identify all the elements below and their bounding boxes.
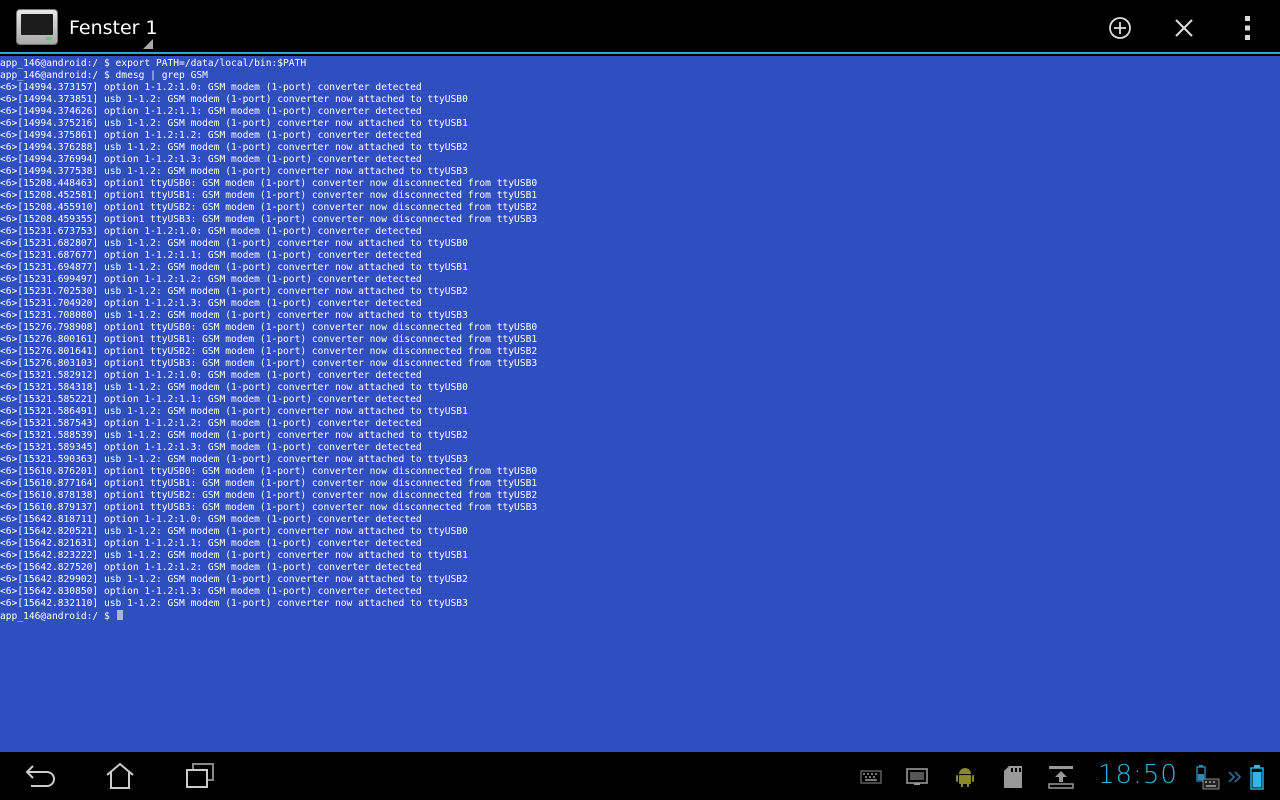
terminal-line: <6>[15276.803103] option1 ttyUSB3: GSM m… (0, 358, 538, 369)
terminal-prompt: app_146@android:/ $ (0, 611, 116, 622)
terminal-line: <6>[15208.459355] option1 ttyUSB3: GSM m… (0, 214, 538, 225)
dock-battery-icon[interactable] (1194, 764, 1220, 790)
terminal-line: <6>[15642.818711] option 1-1.2:1.0: GSM … (0, 514, 422, 525)
terminal-line: app_146@android:/ $ export PATH=/data/lo… (0, 58, 307, 69)
overflow-menu-button[interactable] (1232, 12, 1264, 44)
terminal-line: <6>[14994.373851] usb 1-1.2: GSM modem (… (0, 94, 468, 105)
terminal-line: <6>[15321.586491] usb 1-1.2: GSM modem (… (0, 406, 468, 417)
close-icon (1175, 19, 1193, 37)
android-debug-icon[interactable] (952, 764, 978, 790)
spinner-indicator-icon (143, 39, 153, 49)
terminal-window-icon[interactable] (16, 9, 58, 45)
back-icon (25, 765, 55, 787)
terminal-line: <6>[15321.589345] option 1-1.2:1.3: GSM … (0, 442, 422, 453)
window-selector-title[interactable]: Fenster 1 (69, 17, 158, 39)
status-clock[interactable]: 18:50 (1098, 760, 1178, 790)
battery-icon[interactable] (1244, 764, 1270, 790)
terminal-line: <6>[15231.673753] option 1-1.2:1.0: GSM … (0, 226, 422, 237)
terminal-line: <6>[15231.699497] option 1-1.2:1.2: GSM … (0, 274, 422, 285)
download-icon[interactable] (1048, 764, 1074, 790)
screenshot-icon[interactable] (904, 764, 930, 790)
system-bar: 18:50 (0, 752, 1280, 800)
terminal-line: <6>[14994.375861] option 1-1.2:1.2: GSM … (0, 130, 422, 141)
terminal-line: <6>[14994.374626] option 1-1.2:1.1: GSM … (0, 106, 422, 117)
terminal-prompt-line[interactable]: app_146@android:/ $ (0, 610, 1280, 622)
terminal-line: <6>[15231.702530] usb 1-1.2: GSM modem (… (0, 286, 468, 297)
action-bar: Fenster 1 (0, 0, 1280, 54)
terminal-line: <6>[15321.590363] usb 1-1.2: GSM modem (… (0, 454, 468, 465)
terminal-line: <6>[15321.582912] option 1-1.2:1.0: GSM … (0, 370, 422, 381)
back-button[interactable] (16, 758, 64, 794)
home-icon (106, 762, 134, 789)
terminal-line: <6>[14994.375216] usb 1-1.2: GSM modem (… (0, 118, 468, 129)
terminal-line: <6>[14994.376288] usb 1-1.2: GSM modem (… (0, 142, 468, 153)
terminal-line: <6>[15321.587543] option 1-1.2:1.2: GSM … (0, 418, 422, 429)
keyboard-icon[interactable] (858, 764, 884, 790)
recent-apps-icon (186, 763, 214, 788)
terminal-line: <6>[15276.798908] option1 ttyUSB0: GSM m… (0, 322, 538, 333)
terminal-line: <6>[15610.876201] option1 ttyUSB0: GSM m… (0, 466, 538, 477)
add-circle-icon (1109, 17, 1131, 39)
terminal-line: <6>[15642.821631] option 1-1.2:1.1: GSM … (0, 538, 422, 549)
terminal-emulator[interactable]: app_146@android:/ $ export PATH=/data/lo… (0, 56, 1280, 752)
terminal-line: <6>[15208.448463] option1 ttyUSB0: GSM m… (0, 178, 538, 189)
terminal-line: <6>[15231.687677] option 1-1.2:1.1: GSM … (0, 250, 422, 261)
terminal-line: <6>[15610.879137] option1 ttyUSB3: GSM m… (0, 502, 538, 513)
recent-apps-button[interactable] (176, 758, 224, 794)
sdcard-icon[interactable] (1000, 764, 1026, 790)
terminal-line: <6>[15231.704920] option 1-1.2:1.3: GSM … (0, 298, 422, 309)
text-cursor (116, 610, 123, 620)
close-window-button[interactable] (1168, 12, 1200, 44)
terminal-line: <6>[15642.830850] option 1-1.2:1.3: GSM … (0, 586, 422, 597)
terminal-line: <6>[15276.800161] option1 ttyUSB1: GSM m… (0, 334, 538, 345)
terminal-line: <6>[15321.588539] usb 1-1.2: GSM modem (… (0, 430, 468, 441)
new-window-button[interactable] (1104, 12, 1136, 44)
terminal-line: <6>[15231.708080] usb 1-1.2: GSM modem (… (0, 310, 468, 321)
terminal-line: app_146@android:/ $ dmesg | grep GSM (0, 70, 208, 81)
terminal-line: <6>[15321.585221] option 1-1.2:1.1: GSM … (0, 394, 422, 405)
overflow-menu-icon (1245, 16, 1250, 40)
terminal-line: <6>[15231.694877] usb 1-1.2: GSM modem (… (0, 262, 468, 273)
terminal-line: <6>[15642.820521] usb 1-1.2: GSM modem (… (0, 526, 468, 537)
terminal-line: <6>[15610.877164] option1 ttyUSB1: GSM m… (0, 478, 538, 489)
terminal-line: <6>[14994.377538] usb 1-1.2: GSM modem (… (0, 166, 468, 177)
terminal-line: <6>[15642.827520] option 1-1.2:1.2: GSM … (0, 562, 422, 573)
terminal-line: <6>[14994.373157] option 1-1.2:1.0: GSM … (0, 82, 422, 93)
terminal-line: <6>[15276.801641] option1 ttyUSB2: GSM m… (0, 346, 538, 357)
terminal-line: <6>[15610.878138] option1 ttyUSB2: GSM m… (0, 490, 538, 501)
terminal-line: <6>[15208.452581] option1 ttyUSB1: GSM m… (0, 190, 538, 201)
terminal-line: <6>[15231.682807] usb 1-1.2: GSM modem (… (0, 238, 468, 249)
terminal-line: <6>[15321.584318] usb 1-1.2: GSM modem (… (0, 382, 468, 393)
home-button[interactable] (96, 758, 144, 794)
terminal-line: <6>[15642.823222] usb 1-1.2: GSM modem (… (0, 550, 468, 561)
terminal-line: <6>[15642.832110] usb 1-1.2: GSM modem (… (0, 598, 468, 609)
terminal-line: <6>[15208.455910] option1 ttyUSB2: GSM m… (0, 202, 538, 213)
terminal-line: <6>[14994.376994] option 1-1.2:1.3: GSM … (0, 154, 422, 165)
terminal-line: <6>[15642.829902] usb 1-1.2: GSM modem (… (0, 574, 468, 585)
